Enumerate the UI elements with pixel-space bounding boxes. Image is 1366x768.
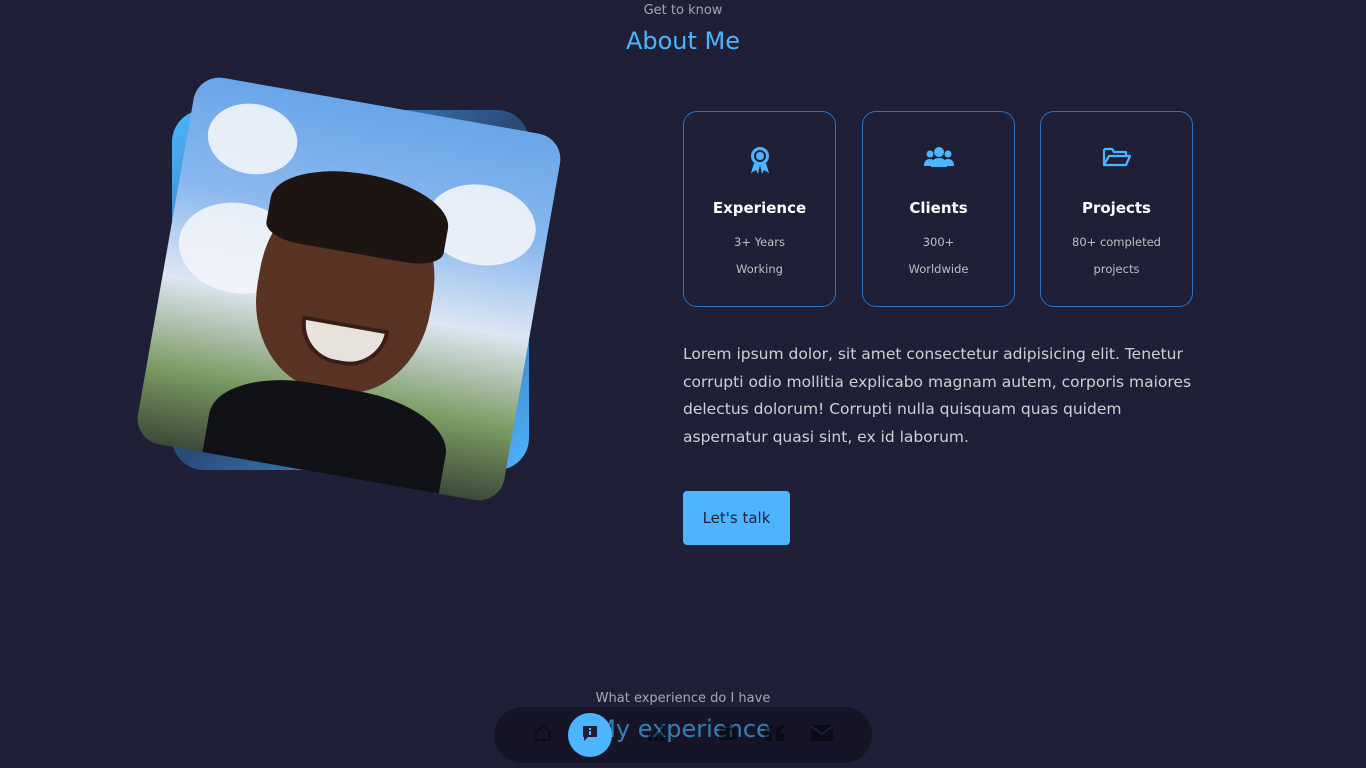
card-line-2: Worldwide [908,262,969,276]
nav-home[interactable] [521,713,565,757]
nav-about[interactable] [568,713,612,757]
card-line-1: 3+ Years [734,235,785,249]
folder-open-icon [1041,145,1192,173]
services-icon [717,723,739,747]
card-line-2: projects [1093,262,1140,276]
experience-eyebrow: What experience do I have [595,691,771,706]
card-title: Experience [712,199,807,217]
experience-card: Experience 3+ Years Working [683,111,836,307]
users-icon [863,145,1014,173]
about-eyebrow: Get to know [643,3,723,18]
testimonials-icon [762,723,786,747]
experience-icon [646,723,666,747]
clients-card: Clients 300+ Worldwide [862,111,1015,307]
card-line-1: 80+ completed [1072,235,1161,249]
lets-talk-button[interactable]: Let's talk [683,491,790,545]
about-description: Lorem ipsum dolor, sit amet consectetur … [683,345,1192,446]
mail-icon [810,724,834,746]
nav-experience[interactable] [634,713,678,757]
card-title: Clients [909,199,968,217]
card-line-2: Working [736,262,783,276]
projects-card: Projects 80+ completed projects [1040,111,1193,307]
nav-services[interactable] [706,713,750,757]
card-title: Projects [1081,199,1151,217]
about-icon [580,723,600,747]
about-title: About Me [625,27,741,55]
profile-photo [133,73,565,505]
award-icon [684,145,835,174]
nav-contact[interactable] [800,713,844,757]
nav-testimonials[interactable] [752,713,796,757]
card-line-1: 300+ [922,235,955,249]
floating-nav [494,707,872,763]
home-icon [533,723,553,747]
